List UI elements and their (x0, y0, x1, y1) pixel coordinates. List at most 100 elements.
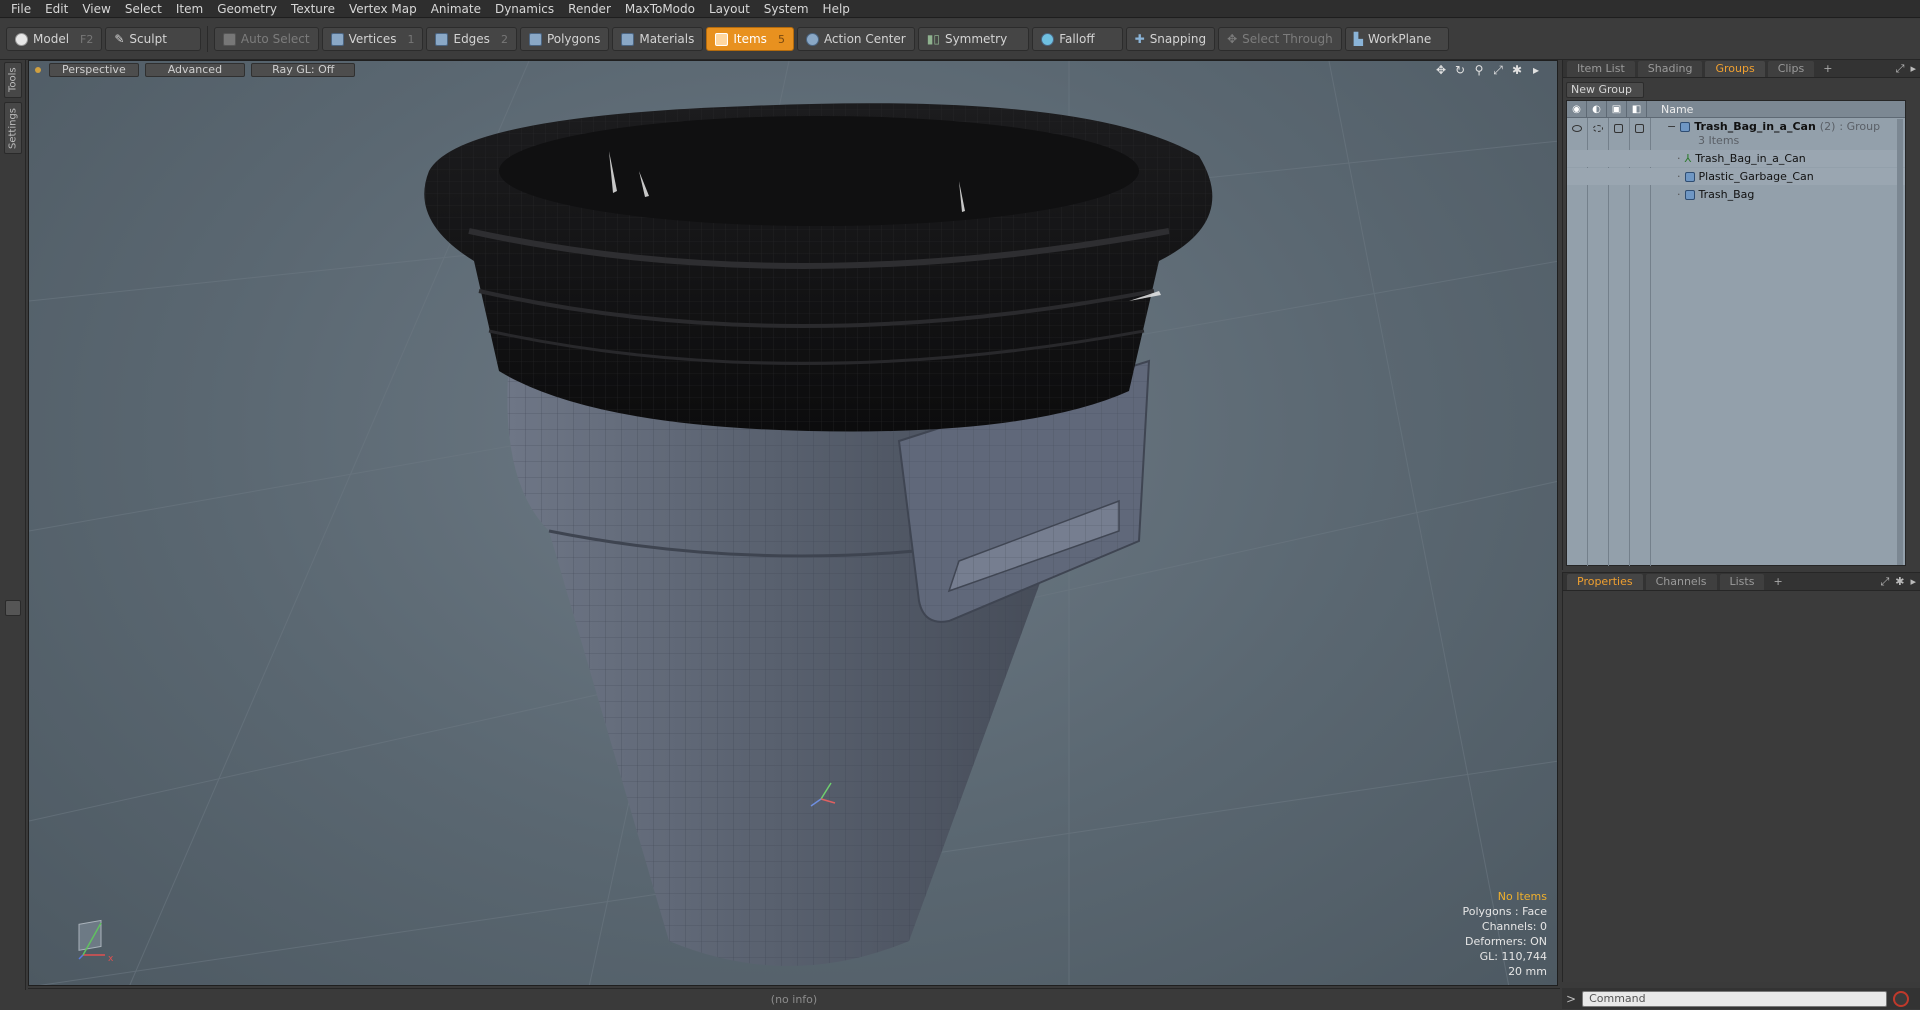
lock-checkbox[interactable] (1614, 124, 1623, 133)
polygons-button[interactable]: Polygons (519, 27, 610, 51)
maximize-panel-icon[interactable]: ⤢ (1896, 62, 1905, 76)
shading-dropdown[interactable]: Advanced (144, 63, 246, 77)
sculpt-button[interactable]: ✎ Sculpt (105, 27, 201, 51)
svg-text:x: x (108, 954, 114, 964)
arrow-right-icon[interactable]: ▸ (1529, 63, 1543, 77)
menu-item-edit[interactable]: Edit (38, 0, 75, 18)
command-input[interactable]: Command (1582, 990, 1888, 1007)
tree-dash-icon: · (1677, 170, 1681, 183)
tab-properties[interactable]: Properties (1567, 573, 1643, 590)
perspective-dropdown[interactable]: Perspective (49, 63, 139, 77)
tab-shading[interactable]: Shading (1637, 60, 1703, 77)
groups-scrollbar[interactable] (1897, 119, 1903, 565)
menu-item-animate[interactable]: Animate (424, 0, 488, 18)
auto-select-button[interactable]: Auto Select (213, 27, 319, 51)
mesh-icon (1684, 189, 1695, 200)
deformers-info: Deformers: ON (1465, 935, 1547, 948)
scene-render (29, 61, 1557, 985)
select-checkbox[interactable] (1635, 124, 1644, 133)
new-group-button[interactable]: New Group (1566, 82, 1644, 98)
main-toolbar: Model F2 ✎ Sculpt Auto Select Vertices 1 Ed… (0, 19, 1920, 60)
menu-item-system[interactable]: System (757, 0, 816, 18)
maximize-icon[interactable]: ⤢ (1491, 63, 1505, 77)
viewport-nav-icons: ✥ ↻ ⚲ ⤢ ✱ ▸ (1434, 63, 1543, 78)
pan-icon[interactable]: ✥ (1434, 63, 1448, 77)
arrow-right-icon[interactable]: ▸ (1910, 575, 1916, 589)
render-icon[interactable] (1593, 125, 1603, 132)
groups-panel-tabs: Item List Shading Groups Clips + ⤢ ▸ (1563, 60, 1920, 78)
item-name: Trash_Bag (1698, 188, 1755, 201)
snapping-button[interactable]: ✚ Snapping (1125, 27, 1216, 51)
add-tab-icon[interactable]: + (1767, 574, 1788, 590)
lock-column-icon[interactable]: ▣ (1607, 100, 1627, 118)
tab-channels[interactable]: Channels (1645, 573, 1717, 590)
group-row[interactable]: − Trash_Bag_in_a_Can (2) : Group 3 Items (1567, 119, 1905, 149)
menu-item-view[interactable]: View (75, 0, 117, 18)
raygl-dropdown[interactable]: Ray GL: Off (251, 63, 356, 77)
edges-button[interactable]: Edges 2 (426, 27, 517, 51)
symmetry-button[interactable]: ▮▯ Symmetry (917, 27, 1030, 51)
select-through-icon: ✥ (1227, 32, 1238, 46)
zoom-icon[interactable]: ⚲ (1472, 63, 1486, 77)
tab-groups[interactable]: Groups (1705, 60, 1765, 77)
list-item[interactable]: · ⅄ Trash_Bag_in_a_Can (1567, 150, 1905, 167)
collapse-icon[interactable]: − (1667, 120, 1676, 133)
tab-item-list[interactable]: Item List (1567, 60, 1635, 77)
tree-dash-icon: · (1677, 152, 1681, 165)
vertices-button[interactable]: Vertices 1 (321, 27, 424, 51)
menu-item-geometry[interactable]: Geometry (210, 0, 284, 18)
list-item[interactable]: · Trash_Bag (1567, 186, 1905, 203)
rotate-icon[interactable]: ↻ (1453, 63, 1467, 77)
workplane-button[interactable]: ▙ WorkPlane (1344, 27, 1450, 51)
menu-item-item[interactable]: Item (169, 0, 210, 18)
gear-icon[interactable]: ✱ (1895, 575, 1904, 589)
action-center-button[interactable]: Action Center (796, 27, 915, 51)
settings-tab[interactable]: Settings (4, 102, 22, 154)
visibility-column-icon[interactable]: ◉ (1567, 100, 1587, 118)
menu-item-help[interactable]: Help (816, 0, 857, 18)
menu-item-dynamics[interactable]: Dynamics (488, 0, 561, 18)
command-prompt: > (1566, 991, 1577, 1006)
model-button[interactable]: Model F2 (6, 27, 103, 51)
items-button[interactable]: Items 5 (706, 27, 794, 51)
strip-toggle-button[interactable] (5, 600, 21, 616)
select-column-icon[interactable]: ◧ (1627, 100, 1647, 118)
symmetry-icon: ▮▯ (926, 32, 940, 46)
menu-item-texture[interactable]: Texture (284, 0, 342, 18)
tab-clips[interactable]: Clips (1767, 60, 1815, 77)
materials-icon (621, 32, 635, 46)
3d-viewport[interactable]: Perspective Advanced Ray GL: Off ✥ ↻ ⚲ ⤢… (28, 60, 1558, 986)
tab-lists[interactable]: Lists (1719, 573, 1765, 590)
group-type: : Group (1839, 120, 1881, 133)
menu-item-layout[interactable]: Layout (702, 0, 757, 18)
brush-icon: ✎ (114, 32, 125, 46)
locator-icon: ⅄ (1684, 152, 1692, 165)
menu-item-file[interactable]: File (4, 0, 38, 18)
visibility-eye-icon[interactable] (1572, 125, 1582, 132)
maximize-panel-icon[interactable]: ⤢ (1880, 575, 1889, 589)
left-tool-strip: Tools Settings (0, 60, 26, 990)
item-name: Plastic_Garbage_Can (1698, 170, 1814, 183)
falloff-button[interactable]: Falloff (1032, 27, 1123, 51)
render-column-icon[interactable]: ◐ (1587, 100, 1607, 118)
arrow-right-icon[interactable]: ▸ (1910, 62, 1916, 76)
model-icon (15, 32, 28, 46)
record-icon[interactable] (1893, 990, 1910, 1007)
command-bar: > Command (1562, 988, 1920, 1009)
auto-select-icon (222, 32, 236, 46)
list-item[interactable]: · Plastic_Garbage_Can (1567, 168, 1905, 185)
select-through-button[interactable]: ✥ Select Through (1218, 27, 1342, 51)
groups-list: ◉ ◐ ▣ ◧ Name − Trash_Bag_in_a_Can (2) : … (1566, 100, 1906, 566)
add-tab-icon[interactable]: + (1817, 61, 1838, 77)
menu-item-render[interactable]: Render (561, 0, 618, 18)
status-bar: (no info) (28, 988, 1560, 1009)
menu-item-select[interactable]: Select (118, 0, 169, 18)
viewport-menu-dot[interactable] (35, 67, 41, 73)
materials-button[interactable]: Materials (612, 27, 704, 51)
tools-tab[interactable]: Tools (4, 62, 22, 98)
gear-icon[interactable]: ✱ (1510, 63, 1524, 77)
name-column-header[interactable]: Name (1647, 103, 1693, 116)
menu-item-maxtomodo[interactable]: MaxToModo (618, 0, 702, 18)
properties-panel: Properties Channels Lists + ⤢ ✱ ▸ (1562, 572, 1920, 982)
menu-item-vertex-map[interactable]: Vertex Map (342, 0, 424, 18)
